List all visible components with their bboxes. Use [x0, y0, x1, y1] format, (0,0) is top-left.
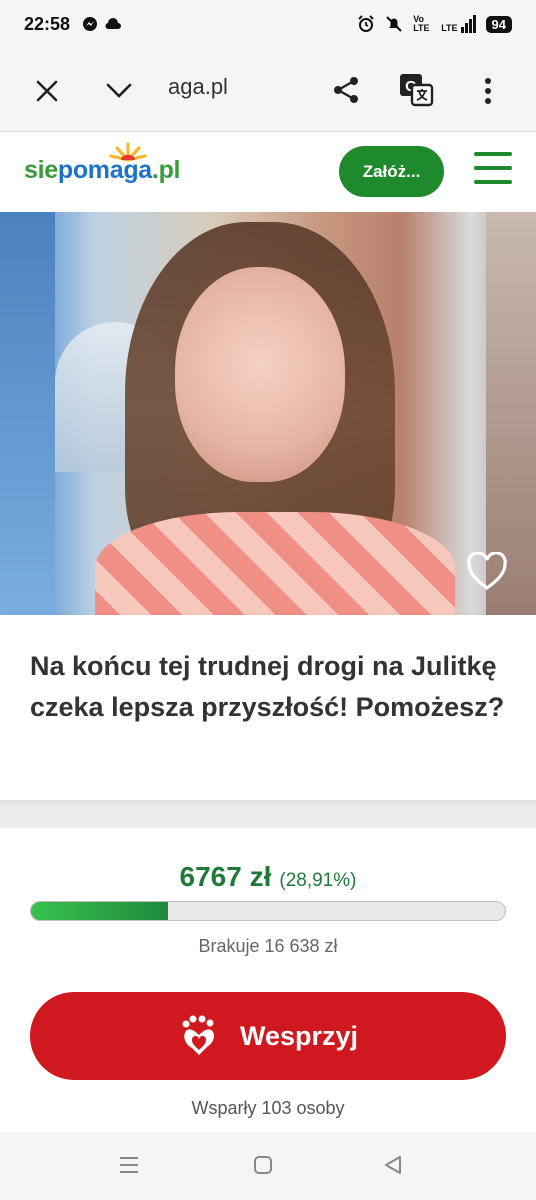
messenger-icon: [83, 17, 98, 31]
heart-outline-icon: [467, 551, 507, 590]
home-button[interactable]: [252, 1154, 274, 1181]
donate-button[interactable]: Wesprzyj: [30, 992, 506, 1080]
expand-button[interactable]: [102, 74, 136, 108]
logo-sun-icon: [109, 142, 147, 162]
share-button[interactable]: [328, 72, 364, 108]
alarm-icon: [358, 15, 374, 32]
donate-label: Wesprzyj: [239, 1020, 359, 1051]
fundraising-progress-card: 6767 zł (28,91%) Brakuje 16 638 zł Wesprz…: [0, 828, 536, 1132]
supporters-count: Wsparły 103 osoby: [191, 1098, 345, 1118]
cloud-icon: [105, 18, 122, 30]
back-icon: [385, 1156, 401, 1174]
hamburger-menu-button[interactable]: [474, 152, 512, 188]
progress-fill: [31, 902, 169, 920]
site-logo[interactable]: siepomaga.pl: [24, 142, 180, 185]
create-fundraiser-button[interactable]: Załóż...: [339, 146, 444, 197]
more-button[interactable]: [474, 74, 502, 108]
status-time: 22:58: [24, 13, 71, 34]
close-icon: [36, 80, 58, 102]
share-icon: [334, 77, 358, 103]
progress-bar: [30, 901, 506, 921]
bell-muted-icon: [386, 16, 402, 32]
battery-indicator: 94: [485, 15, 512, 33]
favorite-button[interactable]: [466, 551, 508, 592]
campaign-title-card: Na końcu tej trudnej drogi na Julitkę cz…: [0, 615, 536, 800]
menu-icon: [474, 152, 512, 156]
missing-amount: Brakuje 16 638 zł: [198, 936, 338, 956]
url-text[interactable]: aga.pl: [168, 74, 228, 100]
more-vert-icon: [485, 78, 491, 104]
raised-percent: (28,91%): [279, 870, 357, 891]
back-button[interactable]: [382, 1154, 404, 1181]
network-indicator: LTE: [441, 15, 476, 33]
recents-button[interactable]: [118, 1154, 140, 1181]
menu-icon: [120, 1157, 138, 1173]
home-icon: [254, 1156, 272, 1174]
status-bar: 22:58 Vo LTE LTE 94: [0, 0, 536, 48]
volte-indicator: Vo LTE: [413, 14, 430, 33]
helping-hand-heart-icon: [182, 1015, 215, 1055]
translate-button[interactable]: G: [396, 70, 436, 110]
raised-amount: 6767 zł: [179, 861, 272, 892]
chevron-down-icon: [106, 83, 132, 98]
campaign-photo: [0, 212, 536, 615]
close-button[interactable]: [30, 74, 64, 108]
site-header: siepomaga.pl: [0, 132, 536, 212]
browser-toolbar: aga.pl G: [0, 48, 536, 132]
translate-icon: G: [400, 74, 434, 107]
campaign-title: Na końcu tej trudnej drogi na Julitkę cz…: [30, 651, 505, 722]
system-nav-bar: [0, 1132, 536, 1200]
